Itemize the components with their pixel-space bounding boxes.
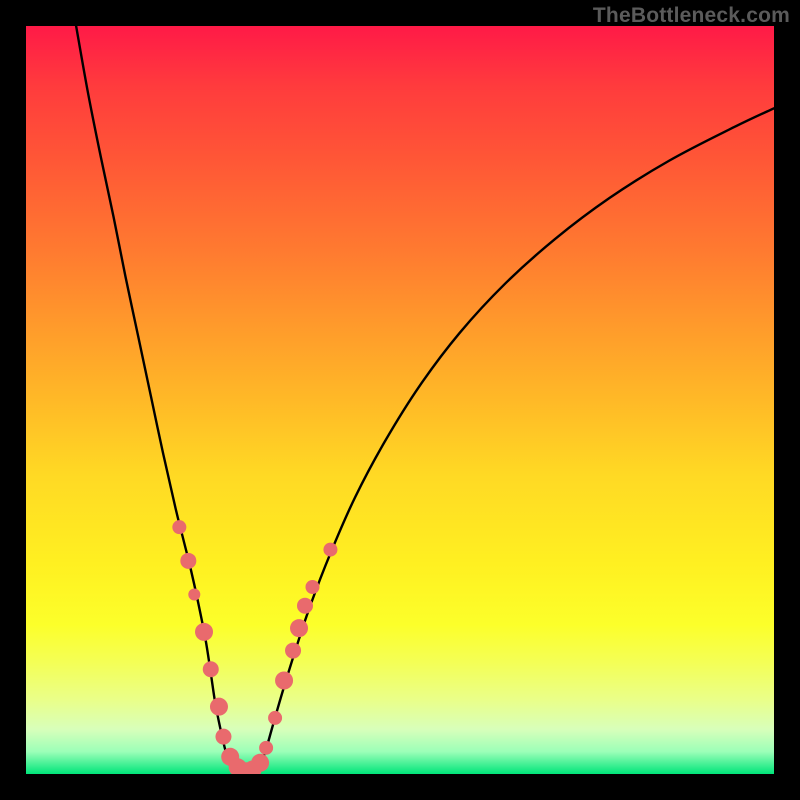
data-marker	[268, 711, 282, 725]
data-marker	[251, 754, 269, 772]
data-marker	[297, 598, 313, 614]
data-marker	[305, 580, 319, 594]
data-marker	[172, 520, 186, 534]
watermark-text: TheBottleneck.com	[593, 4, 790, 28]
data-marker	[188, 588, 200, 600]
data-marker	[285, 643, 301, 659]
plot-area	[26, 26, 774, 774]
bottleneck-curve	[76, 26, 774, 772]
data-marker	[180, 553, 196, 569]
chart-stage: TheBottleneck.com	[0, 0, 800, 800]
data-marker	[275, 672, 293, 690]
data-marker	[290, 619, 308, 637]
data-marker	[210, 698, 228, 716]
data-marker	[195, 623, 213, 641]
data-marker	[215, 729, 231, 745]
data-marker	[259, 741, 273, 755]
data-marker	[323, 543, 337, 557]
data-marker	[203, 661, 219, 677]
marker-group	[172, 520, 337, 774]
curve-layer	[26, 26, 774, 774]
